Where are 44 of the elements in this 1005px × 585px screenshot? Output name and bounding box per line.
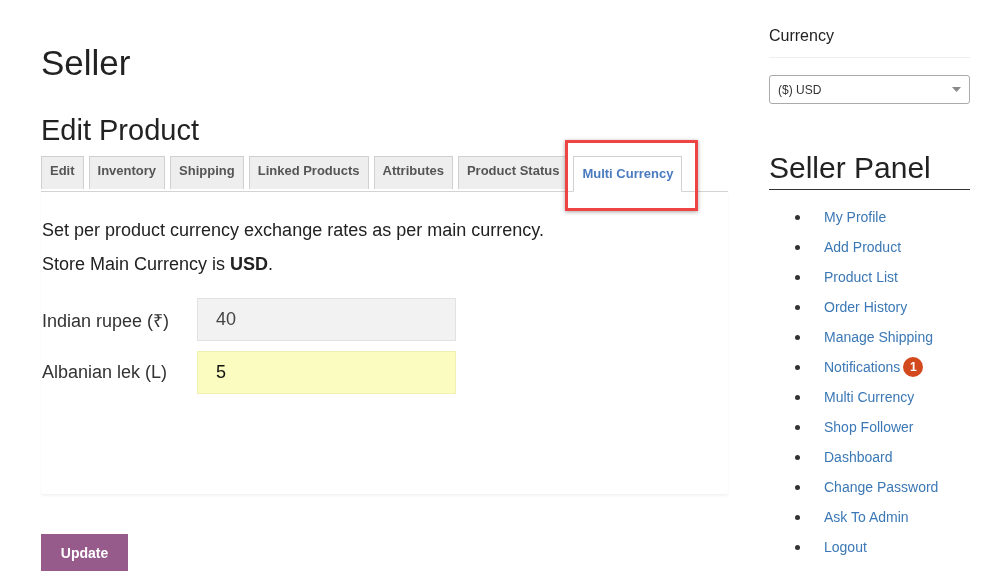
- count-badge: 1: [903, 357, 924, 377]
- bullet-icon: [795, 214, 800, 220]
- rate-field[interactable]: 40: [197, 298, 456, 341]
- bullet-icon: [795, 514, 800, 520]
- menu-link[interactable]: Change Password: [824, 479, 939, 495]
- page-title: Seller: [41, 43, 132, 83]
- tab[interactable]: Linked Products: [248, 156, 369, 189]
- bullet-icon: [795, 274, 800, 280]
- bullet-icon: [795, 484, 800, 490]
- menu-link[interactable]: My Profile: [824, 209, 887, 225]
- menu-link[interactable]: Shop Follower: [824, 419, 914, 435]
- menu-link[interactable]: Multi Currency: [824, 389, 915, 405]
- currency-label: Albanian lek (L): [42, 362, 169, 383]
- intro-text: Set per product currency exchange rates as per main currency.: [42, 219, 545, 242]
- bullet-icon: [795, 544, 800, 550]
- tab[interactable]: Attributes: [373, 156, 453, 189]
- menu-link[interactable]: Notifications: [824, 359, 901, 375]
- menu-link[interactable]: Dashboard: [824, 449, 893, 465]
- tab[interactable]: Multi Currency: [573, 156, 683, 192]
- caret-icon: [952, 87, 961, 92]
- bullet-icon: [795, 454, 800, 460]
- tab[interactable]: Edit: [41, 156, 84, 189]
- menu-link[interactable]: Ask To Admin: [824, 509, 909, 525]
- menu-link[interactable]: Logout: [824, 539, 867, 555]
- bullet-icon: [795, 334, 800, 340]
- menu-link[interactable]: Add Product: [824, 239, 902, 255]
- menu-link[interactable]: Product List: [824, 269, 898, 285]
- bullet-icon: [795, 364, 800, 370]
- tab[interactable]: Inventory: [88, 156, 166, 189]
- bullet-icon: [795, 244, 800, 250]
- currency-select[interactable]: ($) USD: [769, 75, 970, 104]
- currency-title: Currency: [769, 27, 970, 58]
- intro-text: Store Main Currency is USD.: [42, 253, 275, 276]
- panel-title: Seller Panel: [769, 151, 970, 190]
- tab[interactable]: Shipping: [170, 156, 244, 189]
- rate-field[interactable]: 5: [197, 351, 456, 394]
- update-button[interactable]: Update: [41, 534, 128, 571]
- currency-label: Indian rupee (₹): [42, 309, 171, 332]
- section-title: Edit Product: [41, 113, 200, 147]
- bullet-icon: [795, 424, 800, 430]
- menu-link[interactable]: Manage Shipping: [824, 329, 933, 345]
- bullet-icon: [795, 394, 800, 400]
- menu-link[interactable]: Order History: [824, 299, 908, 315]
- bullet-icon: [795, 304, 800, 310]
